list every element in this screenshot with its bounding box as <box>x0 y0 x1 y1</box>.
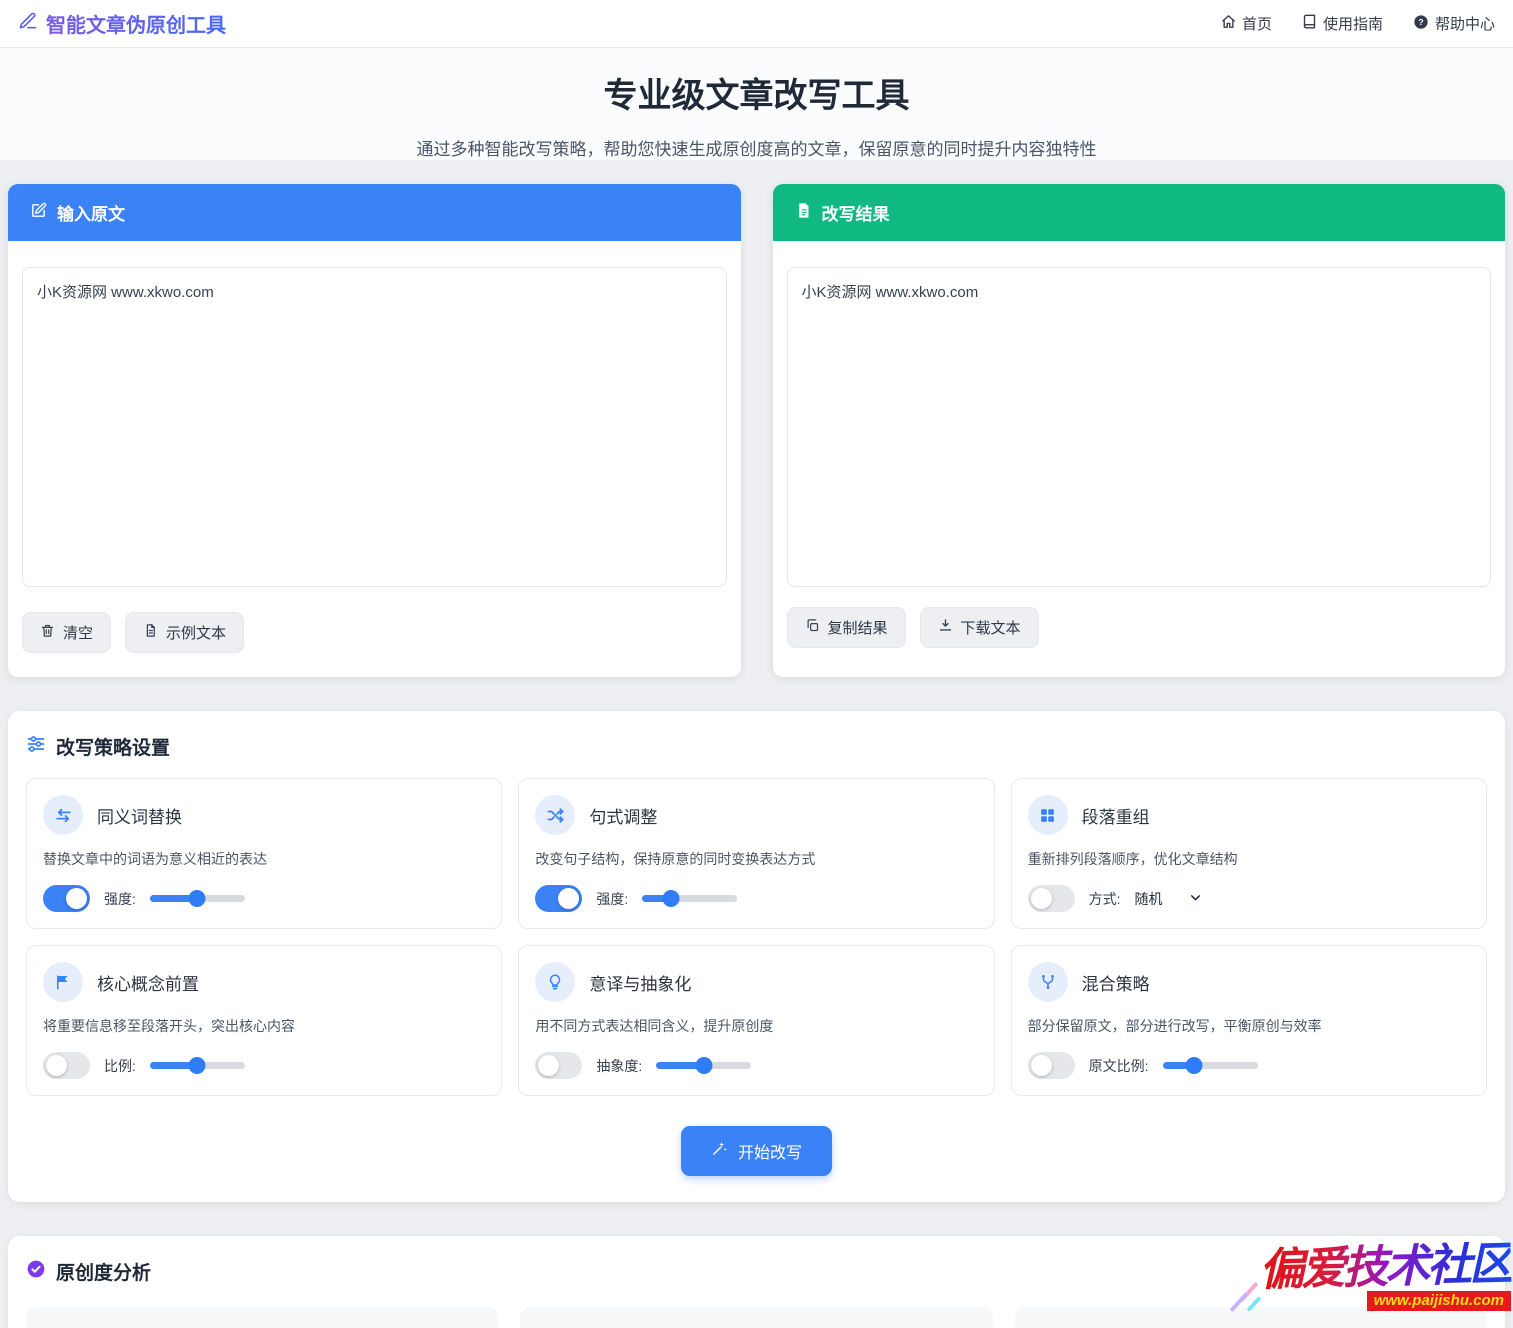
synonym-toggle[interactable] <box>43 885 90 912</box>
file-text-icon <box>143 623 158 642</box>
book-icon <box>1302 14 1317 33</box>
strategy-card-concept: 核心概念前置 将重要信息移至段落开头，突出核心内容 比例: <box>26 945 502 1096</box>
result-textbox[interactable]: 小K资源网 www.xkwo.com <box>787 267 1492 587</box>
input-panel: 输入原文 小K资源网 www.xkwo.com 清空 示例文本 <box>8 184 741 677</box>
original-ratio-slider[interactable] <box>1163 1062 1258 1069</box>
app-logo[interactable]: 智能文章伪原创工具 <box>18 9 226 38</box>
strategy-name: 同义词替换 <box>97 803 182 828</box>
copy-icon <box>805 618 820 637</box>
swap-arrows-icon <box>43 795 83 835</box>
strategy-card-paragraph: 段落重组 重新排列段落顺序，优化文章结构 方式: 随机 <box>1011 778 1487 929</box>
strategy-grid: 同义词替换 替换文章中的词语为意义相近的表达 强度: 句式调整 改变句子结构，保… <box>26 778 1487 1096</box>
example-button[interactable]: 示例文本 <box>125 612 244 653</box>
sliders-icon <box>26 734 46 760</box>
strategy-name: 核心概念前置 <box>97 970 199 995</box>
control-label: 强度: <box>596 889 628 909</box>
stat-word-count: 8 总字数 <box>520 1307 992 1328</box>
input-panel-title: 输入原文 <box>57 200 125 225</box>
sentence-toggle[interactable] <box>535 885 582 912</box>
chevron-down-icon <box>1189 891 1202 907</box>
nav-guide[interactable]: 使用指南 <box>1302 13 1383 34</box>
trash-icon <box>40 623 55 642</box>
flag-icon <box>43 962 83 1002</box>
branch-icon <box>1028 962 1068 1002</box>
strategy-desc: 重新排列段落顺序，优化文章结构 <box>1028 849 1470 869</box>
control-label: 方式: <box>1089 889 1121 909</box>
shuffle-icon <box>535 795 575 835</box>
stat-modified-ratio: 66% 修改比例 <box>1015 1307 1487 1328</box>
strategy-card-synonym: 同义词替换 替换文章中的词语为意义相近的表达 强度: <box>26 778 502 929</box>
edit-icon <box>30 202 47 224</box>
strategy-section: 改写策略设置 同义词替换 替换文章中的词语为意义相近的表达 强度: <box>8 711 1505 1202</box>
hybrid-toggle[interactable] <box>1028 1052 1075 1079</box>
strategy-desc: 部分保留原文，部分进行改写，平衡原创与效率 <box>1028 1016 1470 1036</box>
stats-grid: 69% 预估原创度 8 总字数 66% 修改比例 <box>26 1307 1487 1328</box>
document-icon <box>795 202 812 224</box>
nav-home[interactable]: 首页 <box>1221 13 1272 34</box>
lightbulb-icon <box>535 962 575 1002</box>
source-textarea[interactable]: 小K资源网 www.xkwo.com <box>22 267 727 587</box>
strategy-name: 混合策略 <box>1082 970 1150 995</box>
strategy-card-paraphrase: 意译与抽象化 用不同方式表达相同含义，提升原创度 抽象度: <box>518 945 994 1096</box>
example-button-label: 示例文本 <box>166 622 226 643</box>
page-title: 专业级文章改写工具 <box>0 68 1513 117</box>
strategy-desc: 将重要信息移至段落开头，突出核心内容 <box>43 1016 485 1036</box>
magic-wand-icon <box>711 1140 728 1162</box>
analysis-section: 原创度分析 69% 预估原创度 8 总字数 66% 修改比例 <box>8 1236 1505 1328</box>
select-value: 随机 <box>1135 889 1163 909</box>
start-rewrite-button[interactable]: 开始改写 <box>681 1126 832 1176</box>
result-panel-header: 改写结果 <box>773 184 1506 241</box>
strategy-name: 意译与抽象化 <box>589 970 691 995</box>
concept-ratio-slider[interactable] <box>150 1062 245 1069</box>
sentence-strength-slider[interactable] <box>642 895 737 902</box>
pen-icon <box>18 11 38 36</box>
analysis-section-title: 原创度分析 <box>56 1258 151 1285</box>
paragraph-mode-select[interactable]: 随机 <box>1135 889 1202 909</box>
paragraph-toggle[interactable] <box>1028 885 1075 912</box>
page-subtitle: 通过多种智能改写策略，帮助您快速生成原创度高的文章，保留原意的同时提升内容独特性 <box>0 135 1513 160</box>
strategy-desc: 替换文章中的词语为意义相近的表达 <box>43 849 485 869</box>
nav-help[interactable]: ? 帮助中心 <box>1413 13 1495 34</box>
navbar: 智能文章伪原创工具 首页 使用指南 ? 帮助中心 <box>0 0 1513 48</box>
input-panel-header: 输入原文 <box>8 184 741 241</box>
strategy-name: 句式调整 <box>589 803 657 828</box>
result-panel: 改写结果 小K资源网 www.xkwo.com 复制结果 下载文本 <box>773 184 1506 677</box>
start-rewrite-label: 开始改写 <box>738 1139 802 1163</box>
synonym-strength-slider[interactable] <box>150 895 245 902</box>
strategy-desc: 改变句子结构，保持原意的同时变换表达方式 <box>535 849 977 869</box>
nav-home-label: 首页 <box>1242 13 1272 34</box>
home-icon <box>1221 14 1236 33</box>
download-text-label: 下载文本 <box>961 617 1021 638</box>
check-circle-icon <box>26 1259 46 1285</box>
app-title: 智能文章伪原创工具 <box>46 9 226 38</box>
clear-button[interactable]: 清空 <box>22 612 111 653</box>
copy-result-button[interactable]: 复制结果 <box>787 607 906 648</box>
download-text-button[interactable]: 下载文本 <box>920 607 1039 648</box>
control-label: 原文比例: <box>1089 1056 1149 1076</box>
svg-text:?: ? <box>1418 17 1423 27</box>
stat-originality: 69% 预估原创度 <box>26 1307 498 1328</box>
grid-icon <box>1028 795 1068 835</box>
result-panel-title: 改写结果 <box>822 200 890 225</box>
nav-links: 首页 使用指南 ? 帮助中心 <box>1221 13 1495 34</box>
help-icon: ? <box>1413 14 1429 34</box>
strategy-card-sentence: 句式调整 改变句子结构，保持原意的同时变换表达方式 强度: <box>518 778 994 929</box>
hero: 专业级文章改写工具 通过多种智能改写策略，帮助您快速生成原创度高的文章，保留原意… <box>0 48 1513 160</box>
nav-help-label: 帮助中心 <box>1435 13 1495 34</box>
control-label: 比例: <box>104 1056 136 1076</box>
strategy-card-hybrid: 混合策略 部分保留原文，部分进行改写，平衡原创与效率 原文比例: <box>1011 945 1487 1096</box>
control-label: 抽象度: <box>596 1056 642 1076</box>
strategy-name: 段落重组 <box>1082 803 1150 828</box>
strategy-desc: 用不同方式表达相同含义，提升原创度 <box>535 1016 977 1036</box>
copy-result-label: 复制结果 <box>828 617 888 638</box>
abstraction-slider[interactable] <box>656 1062 751 1069</box>
clear-button-label: 清空 <box>63 622 93 643</box>
paraphrase-toggle[interactable] <box>535 1052 582 1079</box>
strategy-section-title: 改写策略设置 <box>56 733 170 760</box>
nav-guide-label: 使用指南 <box>1323 13 1383 34</box>
control-label: 强度: <box>104 889 136 909</box>
download-icon <box>938 618 953 637</box>
concept-toggle[interactable] <box>43 1052 90 1079</box>
editor-panels: 输入原文 小K资源网 www.xkwo.com 清空 示例文本 <box>8 184 1505 677</box>
